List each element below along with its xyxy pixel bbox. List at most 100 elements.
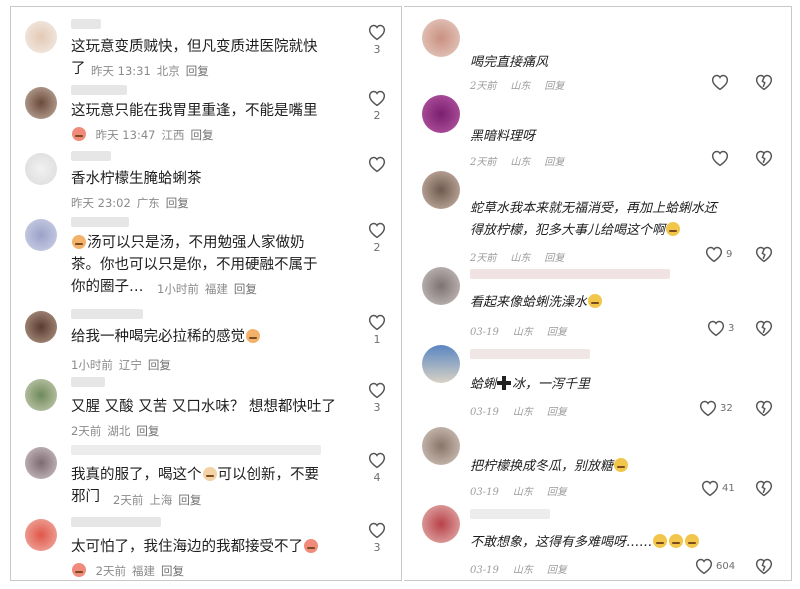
avatar[interactable]	[422, 505, 460, 543]
username[interactable]	[71, 517, 161, 527]
comment-meta: 03-19 山东 回复	[470, 323, 581, 338]
avatar[interactable]	[25, 311, 57, 343]
emoji-icon	[304, 539, 318, 553]
comment-location: 北京	[156, 64, 180, 78]
reply-button[interactable]: 回复	[161, 564, 184, 578]
reply-button[interactable]: 回复	[547, 407, 567, 418]
reply-button[interactable]: 回复	[136, 424, 159, 438]
like-button[interactable]: 32	[698, 399, 733, 417]
like-button[interactable]: 1	[365, 313, 389, 346]
like-button[interactable]: 3	[365, 521, 389, 554]
reply-button[interactable]: 回复	[547, 487, 567, 498]
comment-item: 不敢想象，这得有多难喝呀…… 03-19 山东 回复 604	[404, 499, 791, 579]
heart-icon	[368, 24, 386, 41]
username[interactable]	[71, 309, 143, 319]
like-count: 3	[728, 322, 735, 334]
comment-location: 湖北	[107, 424, 131, 438]
reply-button[interactable]: 回复	[190, 128, 213, 142]
username[interactable]	[71, 85, 127, 95]
avatar[interactable]	[422, 19, 460, 57]
like-button[interactable]: 2	[365, 89, 389, 122]
username[interactable]	[71, 19, 101, 29]
like-button[interactable]: 4	[365, 451, 389, 484]
avatar[interactable]	[422, 427, 460, 465]
comment-text: 给我一种喝完必拉稀的感觉	[71, 327, 261, 348]
comment-item: 太可怕了，我住海边的我都接受不了 2天前 福建 回复 3	[11, 511, 401, 581]
comment-text: 太可怕了，我住海边的我都接受不了	[71, 537, 319, 558]
comment-time: 03-19	[470, 407, 499, 418]
dislike-button[interactable]	[754, 479, 774, 501]
like-count: 2	[373, 241, 381, 254]
avatar[interactable]	[25, 21, 57, 53]
like-count: 3	[373, 43, 381, 56]
like-button[interactable]: 41	[700, 479, 735, 497]
avatar[interactable]	[422, 345, 460, 383]
dislike-button[interactable]	[754, 557, 774, 579]
comment-location: 福建	[131, 564, 155, 578]
dislike-button[interactable]	[754, 399, 774, 421]
like-button[interactable]: 3	[365, 23, 389, 56]
reply-button[interactable]: 回复	[148, 358, 171, 372]
comment-text: 得放柠檬，犯多大事儿给喝这个啊	[470, 219, 681, 238]
left-comment-panel: 这玩意变质贼快，但凡变质进医院就快 了 昨天 13:31 北京 回复 3 这玩意只能…	[10, 6, 402, 581]
reply-button[interactable]: 回复	[547, 327, 567, 338]
like-button[interactable]	[710, 149, 732, 167]
like-button[interactable]	[365, 155, 389, 175]
like-button[interactable]	[710, 73, 732, 91]
comment-item: 这玩意只能在我胃里重逢，不能是嘴里 昨天 13:47 江西 回复 2	[11, 83, 401, 143]
avatar[interactable]	[25, 379, 57, 411]
comment-location: 山东	[512, 327, 533, 338]
avatar[interactable]	[25, 219, 57, 251]
comment-time: 昨天 23:02	[71, 196, 131, 210]
username[interactable]	[71, 151, 111, 161]
like-button[interactable]: 9	[704, 245, 732, 263]
username[interactable]	[71, 445, 321, 455]
avatar[interactable]	[25, 519, 57, 551]
heart-icon	[705, 246, 723, 263]
comment-location: 山东	[512, 487, 533, 498]
username[interactable]	[470, 349, 590, 359]
comment-text: 了	[71, 61, 86, 77]
dislike-button[interactable]	[754, 319, 774, 341]
emoji-icon	[72, 563, 86, 577]
username[interactable]	[71, 377, 105, 387]
avatar[interactable]	[25, 153, 57, 185]
avatar[interactable]	[422, 95, 460, 133]
reply-button[interactable]: 回复	[547, 565, 567, 576]
comment-meta: 昨天 13:31 北京 回复	[91, 63, 215, 79]
reply-button[interactable]: 回复	[186, 64, 209, 78]
like-button[interactable]: 604	[694, 557, 735, 575]
comment-text: 喝完直接痛风	[470, 55, 549, 70]
comment-item: 我真的服了，喝这个 可以创新，不要 邪门 2天前 上海 回复 4	[11, 441, 401, 515]
username[interactable]	[71, 217, 129, 227]
comment-text: 茶。你也可以只是你，不用硬融不属于	[71, 257, 318, 273]
heart-icon	[701, 480, 719, 497]
like-count: 3	[373, 541, 381, 554]
emoji-icon	[614, 458, 629, 472]
reply-button[interactable]: 回复	[178, 493, 201, 507]
like-button[interactable]: 3	[365, 381, 389, 414]
username[interactable]	[470, 269, 670, 279]
avatar[interactable]	[25, 447, 57, 479]
avatar[interactable]	[422, 267, 460, 305]
like-button[interactable]: 3	[706, 319, 734, 337]
username[interactable]	[470, 509, 550, 519]
broken-heart-icon	[755, 74, 773, 91]
comment-time: 03-19	[470, 327, 499, 338]
like-button[interactable]: 2	[365, 221, 389, 254]
comment-location: 福建	[204, 282, 228, 296]
comment-text: 看起来像蛤蜊洗澡水	[470, 291, 603, 310]
like-count: 2	[373, 109, 381, 122]
avatar[interactable]	[25, 87, 57, 119]
comment-item: 看起来像蛤蜊洗澡水 03-19 山东 回复 3	[404, 263, 791, 339]
avatar[interactable]	[422, 171, 460, 209]
comment-meta: 2天前 山东 回复	[470, 153, 578, 168]
comment-time: 03-19	[470, 487, 499, 498]
comment-location: 上海	[149, 493, 173, 507]
comment-location: 山东	[512, 565, 533, 576]
reply-button[interactable]: 回复	[234, 282, 257, 296]
reply-button[interactable]: 回复	[166, 196, 189, 210]
comment-text: 蛇草水我本来就无福消受，再加上蛤蜊水还	[470, 201, 718, 216]
comment-meta: 2天前 福建 回复	[71, 563, 190, 579]
heart-icon	[368, 90, 386, 107]
